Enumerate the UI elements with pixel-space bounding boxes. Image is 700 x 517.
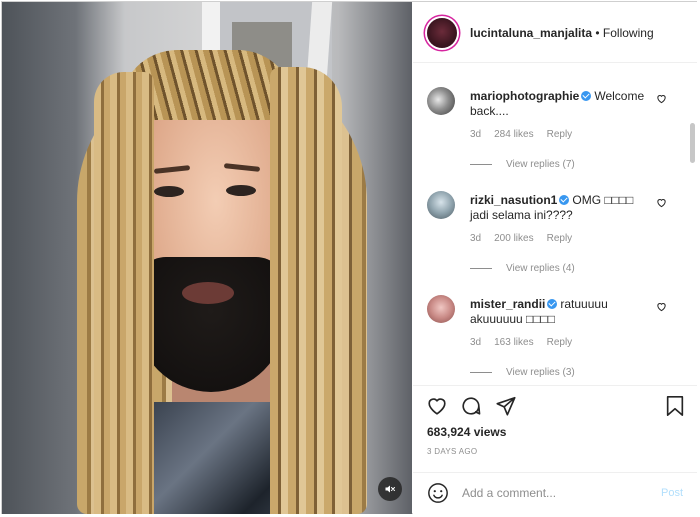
comment-meta: 3d 284 likes Reply: [470, 129, 585, 140]
view-replies-label: View replies (4): [506, 263, 575, 274]
view-replies-button[interactable]: View replies (3): [470, 367, 575, 378]
reply-button[interactable]: Reply: [547, 233, 573, 244]
mouth: [182, 282, 234, 304]
view-replies-label: View replies (7): [506, 159, 575, 170]
add-comment-bar: Post: [413, 472, 697, 515]
right-eye: [226, 185, 256, 196]
save-button[interactable]: [663, 394, 687, 418]
braided-wig-left: [94, 72, 154, 514]
comment-likes[interactable]: 284 likes: [494, 129, 533, 140]
view-replies-label: View replies (3): [506, 367, 575, 378]
replies-divider: [470, 372, 492, 373]
comment-avatar[interactable]: [427, 87, 455, 115]
comment-time[interactable]: 3d: [470, 233, 481, 244]
comment-text: mister_randii ratuuuuu akuuuuuu □□□□: [470, 297, 650, 327]
comments-list[interactable]: mariophotographie Welcome back.... 3d 284 …: [413, 63, 697, 385]
comments-scrollbar[interactable]: [690, 123, 695, 163]
replies-divider: [470, 268, 492, 269]
comment-text: rizki_nasution1 OMG □□□□ jadi selama ini?…: [470, 193, 650, 223]
paper-plane-icon: [496, 396, 516, 416]
comment-meta: 3d 200 likes Reply: [470, 233, 585, 244]
comment-meta: 3d 163 likes Reply: [470, 337, 585, 348]
comment-username[interactable]: mariophotographie: [470, 89, 579, 103]
comment-likes[interactable]: 163 likes: [494, 337, 533, 348]
braided-wig-right: [270, 67, 342, 514]
like-comment-heart-icon[interactable]: [656, 301, 667, 312]
reply-button[interactable]: Reply: [547, 337, 573, 348]
video-player[interactable]: [2, 2, 412, 514]
speaker-muted-icon: [385, 485, 395, 493]
post-sidebar: lucintaluna_manjalita • Following mariop…: [413, 2, 697, 514]
author-username[interactable]: lucintaluna_manjalita: [470, 26, 592, 40]
share-button[interactable]: [494, 394, 518, 418]
header-separator: •: [592, 26, 603, 40]
comment-bubble-icon: [462, 397, 481, 415]
comment-text: mariophotographie Welcome back....: [470, 89, 650, 119]
heart-icon: [428, 398, 446, 415]
comment-avatar[interactable]: [427, 295, 455, 323]
comment-likes[interactable]: 200 likes: [494, 233, 533, 244]
verified-badge-icon: [559, 195, 570, 205]
verified-badge-icon: [581, 91, 592, 101]
left-eye: [154, 186, 184, 197]
bookmark-icon: [666, 396, 684, 416]
avatar[interactable]: [427, 18, 457, 48]
post-button[interactable]: Post: [661, 487, 683, 499]
reply-button[interactable]: Reply: [547, 129, 573, 140]
comment-avatar[interactable]: [427, 191, 455, 219]
view-count[interactable]: 683,924 views: [427, 425, 506, 439]
header-user-line: lucintaluna_manjalita • Following: [470, 26, 654, 40]
verified-badge-icon: [547, 299, 558, 309]
comment-username[interactable]: mister_randii: [470, 297, 545, 311]
mute-button[interactable]: [378, 477, 402, 501]
view-replies-button[interactable]: View replies (4): [470, 263, 575, 274]
comment-username[interactable]: rizki_nasution1: [470, 193, 557, 207]
comment-time[interactable]: 3d: [470, 337, 481, 348]
replies-divider: [470, 164, 492, 165]
like-button[interactable]: [425, 394, 449, 418]
comment-time[interactable]: 3d: [470, 129, 481, 140]
post-actions: 683,924 views 3 DAYS AGO: [413, 385, 697, 456]
emoji-icon[interactable]: [427, 482, 449, 504]
comment-button[interactable]: [459, 394, 483, 418]
following-button[interactable]: Following: [603, 26, 654, 40]
comment-input[interactable]: [462, 484, 642, 502]
post-header: lucintaluna_manjalita • Following: [413, 2, 697, 63]
like-comment-heart-icon[interactable]: [656, 93, 667, 104]
post-date[interactable]: 3 DAYS AGO: [427, 447, 477, 456]
like-comment-heart-icon[interactable]: [656, 197, 667, 208]
view-replies-button[interactable]: View replies (7): [470, 159, 575, 170]
